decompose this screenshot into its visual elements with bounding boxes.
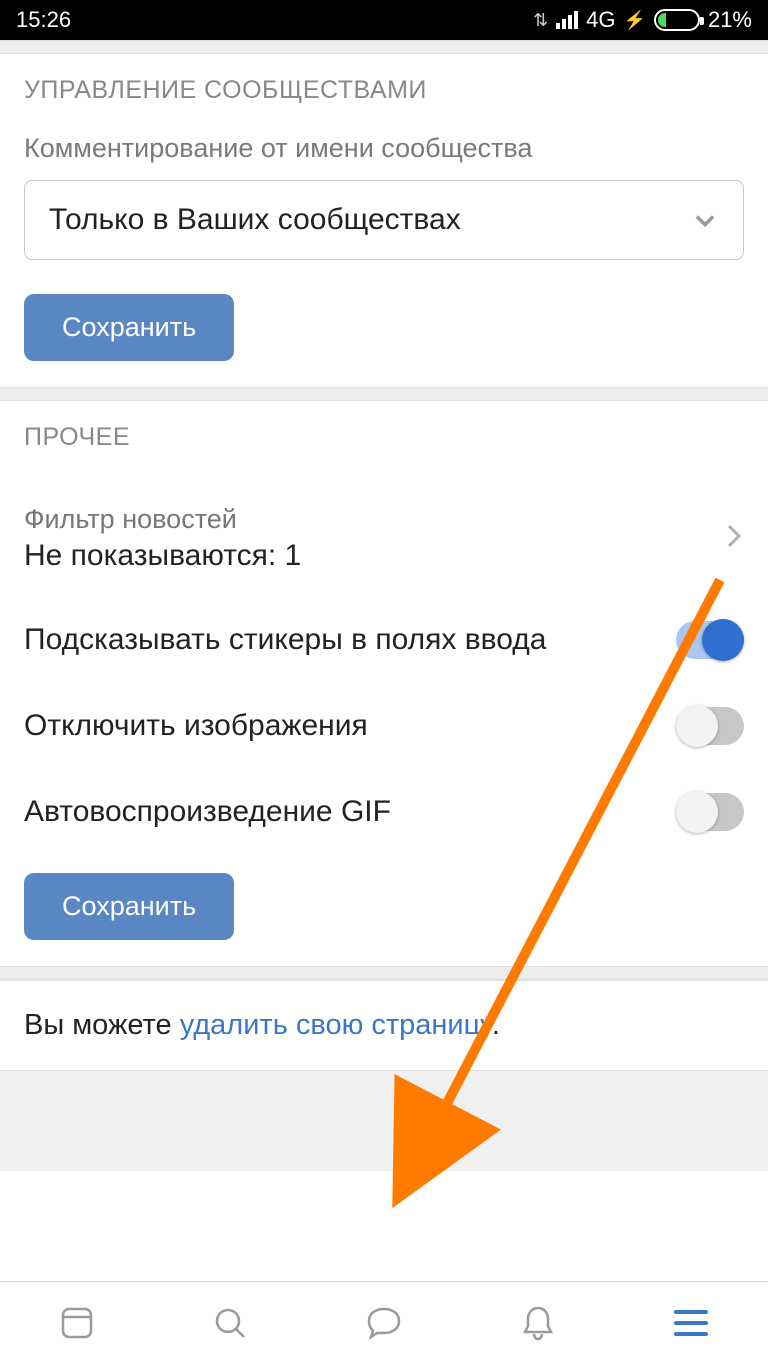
news-filter-row[interactable]: Фильтр новостей Не показываются: 1	[24, 480, 744, 597]
stickers-row: Подсказывать стикеры в полях ввода	[24, 597, 744, 683]
disable-images-label: Отключить изображения	[24, 709, 368, 743]
section-communities: УПРАВЛЕНИЕ СООБЩЕСТВАМИ Комментирование …	[0, 54, 768, 387]
delete-page-link[interactable]: удалить свою страницу	[180, 1009, 492, 1041]
commenting-dropdown[interactable]: Только в Ваших сообществах	[24, 180, 744, 260]
data-transfer-icon: ⇅	[533, 10, 548, 31]
bottom-nav	[0, 1281, 768, 1363]
signal-icon	[556, 11, 578, 29]
nav-notifications-icon[interactable]	[518, 1303, 558, 1343]
network-label: 4G	[586, 7, 615, 33]
section-header-other: ПРОЧЕЕ	[24, 423, 744, 452]
commenting-label: Комментирование от имени сообщества	[24, 133, 744, 164]
nav-search-icon[interactable]	[210, 1303, 250, 1343]
section-header-communities: УПРАВЛЕНИЕ СООБЩЕСТВАМИ	[24, 76, 744, 105]
filter-value: Не показываются: 1	[24, 539, 301, 573]
disable-images-toggle[interactable]	[676, 707, 744, 745]
chevron-right-icon	[724, 521, 744, 556]
stickers-label: Подсказывать стикеры в полях ввода	[24, 623, 546, 657]
delete-account-section: Вы можете удалить свою страницу.	[0, 980, 768, 1071]
delete-suffix: .	[492, 1009, 500, 1041]
save-button-other[interactable]: Сохранить	[24, 873, 234, 940]
filter-label: Фильтр новостей	[24, 504, 301, 535]
status-bar: 15:26 ⇅ 4G ⚡ 21%	[0, 0, 768, 40]
section-other: ПРОЧЕЕ Фильтр новостей Не показываются: …	[0, 401, 768, 966]
status-time: 15:26	[16, 7, 71, 33]
nav-messages-icon[interactable]	[364, 1303, 404, 1343]
dropdown-value: Только в Ваших сообществах	[49, 203, 461, 237]
nav-menu-icon[interactable]	[671, 1303, 711, 1343]
battery-icon	[654, 9, 700, 31]
gif-autoplay-toggle[interactable]	[676, 793, 744, 831]
stickers-toggle[interactable]	[676, 621, 744, 659]
nav-news-icon[interactable]	[57, 1303, 97, 1343]
status-right: ⇅ 4G ⚡ 21%	[533, 7, 752, 33]
gif-autoplay-label: Автовоспроизведение GIF	[24, 795, 391, 829]
charging-icon: ⚡	[624, 10, 646, 31]
delete-prefix: Вы можете	[24, 1009, 180, 1041]
battery-percent: 21%	[708, 7, 752, 33]
save-button[interactable]: Сохранить	[24, 294, 234, 361]
gif-autoplay-row: Автовоспроизведение GIF	[24, 769, 744, 855]
disable-images-row: Отключить изображения	[24, 683, 744, 769]
chevron-down-icon	[691, 206, 719, 234]
